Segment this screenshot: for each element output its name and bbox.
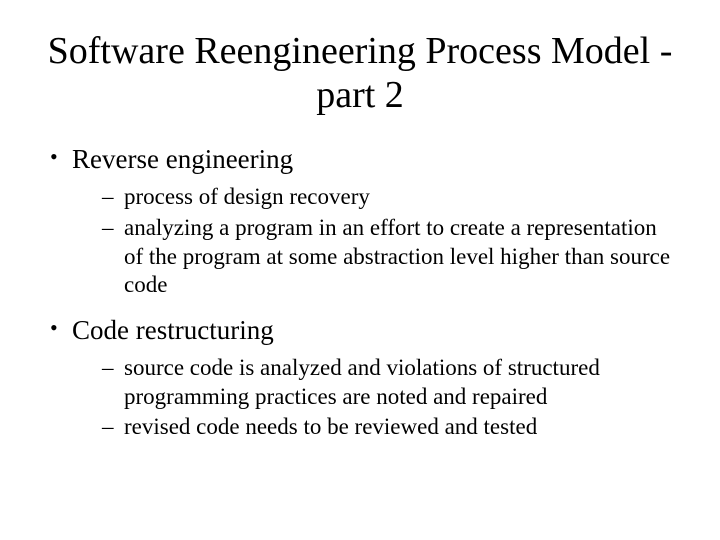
slide-title: Software Reengineering Process Model - p… — [44, 30, 676, 117]
bullet-text: Code restructuring — [72, 315, 274, 345]
bullet-item: Reverse engineering process of design re… — [44, 143, 676, 300]
slide: Software Reengineering Process Model - p… — [0, 0, 720, 540]
sub-bullet-text: analyzing a program in an effort to crea… — [124, 215, 670, 298]
sub-bullet-item: process of design recovery — [72, 183, 676, 212]
sub-bullet-text: process of design recovery — [124, 184, 370, 209]
sub-bullet-text: source code is analyzed and violations o… — [124, 355, 600, 409]
sub-bullet-list: process of design recovery analyzing a p… — [72, 183, 676, 300]
sub-bullet-item: source code is analyzed and violations o… — [72, 354, 676, 412]
sub-bullet-item: revised code needs to be reviewed and te… — [72, 413, 676, 442]
sub-bullet-item: analyzing a program in an effort to crea… — [72, 214, 676, 300]
bullet-item: Code restructuring source code is analyz… — [44, 314, 676, 442]
sub-bullet-list: source code is analyzed and violations o… — [72, 354, 676, 442]
bullet-text: Reverse engineering — [72, 144, 293, 174]
sub-bullet-text: revised code needs to be reviewed and te… — [124, 414, 537, 439]
bullet-list: Reverse engineering process of design re… — [44, 143, 676, 442]
